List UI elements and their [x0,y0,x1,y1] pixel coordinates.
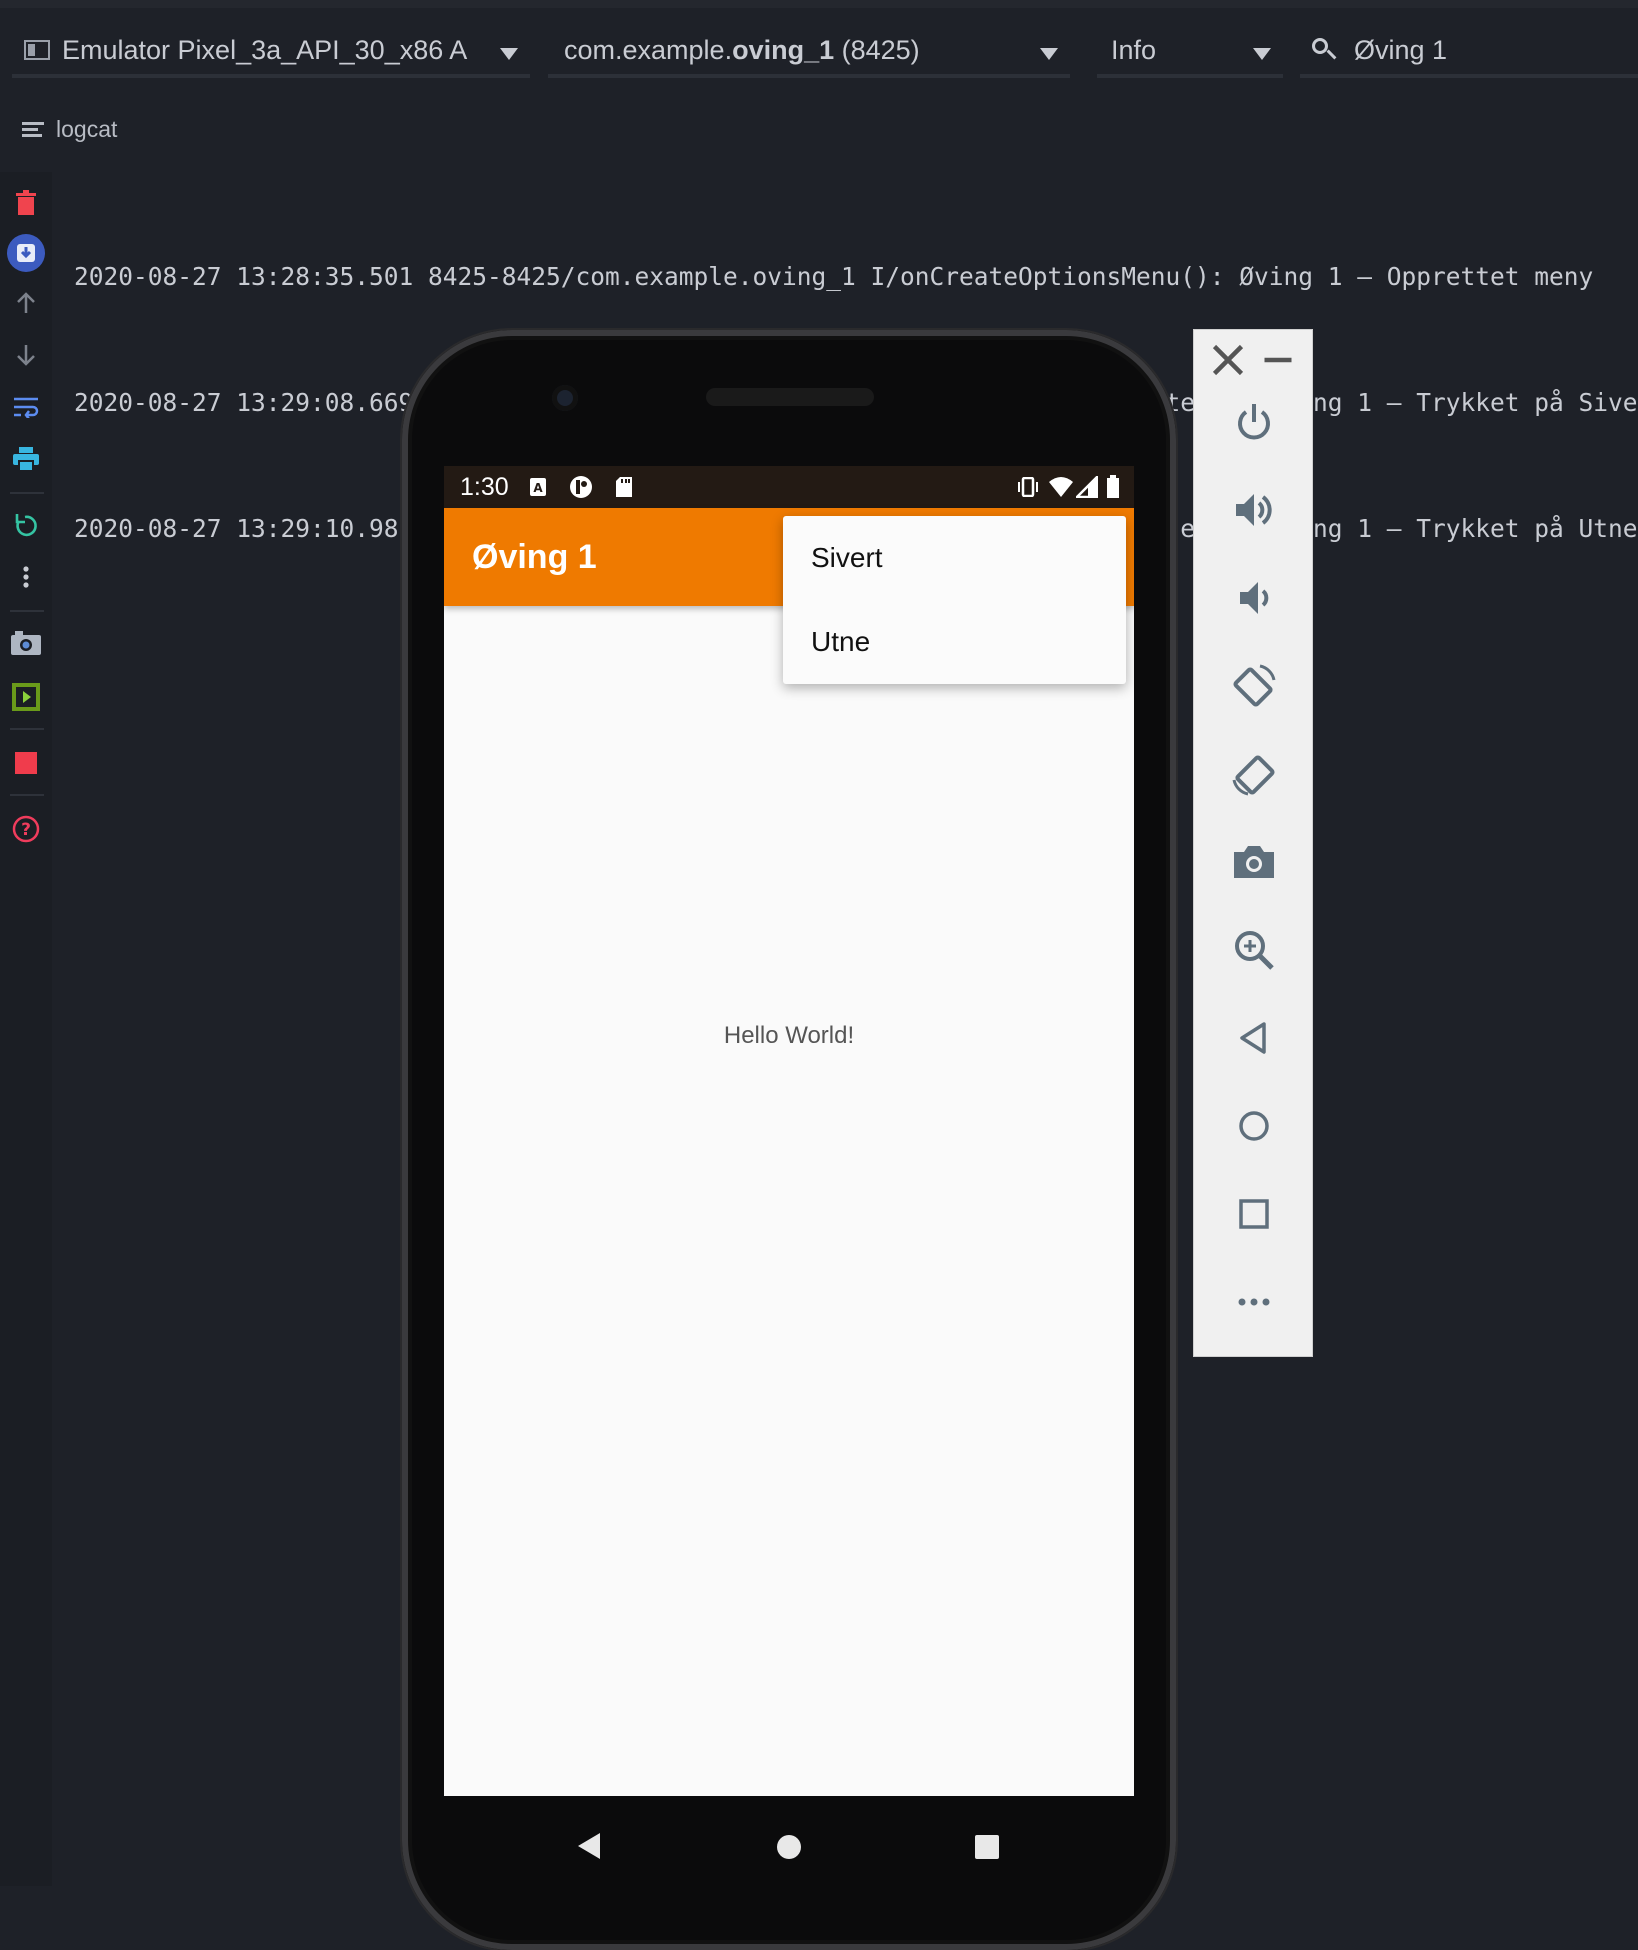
print-icon[interactable] [7,440,45,478]
scroll-end-icon[interactable] [7,234,45,272]
nav-home-icon[interactable] [776,1834,802,1860]
earpiece-speaker [706,388,874,406]
sd-card-icon [615,477,632,497]
signal-icon [1076,476,1098,498]
svg-text:A: A [533,481,543,495]
status-bar: 1:30 A [444,466,1134,508]
overview-icon[interactable] [1226,1186,1282,1242]
notification-app-icon [569,476,592,498]
screenshot-icon[interactable] [7,624,45,662]
logcat-icon [22,121,44,138]
chevron-down-icon [500,48,518,60]
stop-icon[interactable] [7,744,45,782]
device-label: Emulator Pixel_3a_API_30_x86 A [62,34,468,65]
options-menu: Sivert Utne [783,516,1126,684]
nav-back-icon[interactable] [576,1832,602,1860]
status-time: 1:30 [460,472,509,501]
logcat-tab-label: logcat [56,116,118,142]
more-vertical-icon[interactable] [7,558,45,596]
search-query: Øving 1 [1354,34,1448,65]
emulator-icon [24,40,50,60]
process-label-pid: (8425) [834,34,920,65]
log-level-label: Info [1111,34,1157,65]
app-title: Øving 1 [472,538,597,576]
sidebar-divider [10,794,44,796]
emulator-controls-panel [1193,329,1313,1357]
navigation-bar [444,1796,1134,1896]
logcat-sidebar: ? [0,172,52,1886]
process-label-package: oving_1 [732,34,835,65]
device-dropdown[interactable]: Emulator Pixel_3a_API_30_x86 A [12,26,530,78]
camera-icon[interactable] [1226,834,1282,890]
vibrate-icon [1018,477,1038,497]
volume-down-icon[interactable] [1226,570,1282,626]
sidebar-divider [10,728,44,730]
sidebar-divider [10,610,44,612]
hello-text: Hello World! [723,1022,855,1049]
log-line: 2020-08-27 13:28:35.501 8425-8425/com.ex… [74,262,1594,291]
more-horizontal-icon[interactable] [1226,1274,1282,1330]
nav-overview-icon[interactable] [974,1834,1000,1860]
process-label-prefix: com.example. [564,34,733,65]
chevron-down-icon [1040,48,1058,60]
process-dropdown[interactable]: com.example. oving_1 (8425) [548,26,1070,78]
menu-item-utne[interactable]: Utne [811,626,870,658]
notification-a-icon: A [529,478,546,496]
battery-icon [1107,475,1119,498]
rotate-left-icon[interactable] [1226,658,1282,714]
help-icon[interactable]: ? [7,810,45,848]
minimize-icon[interactable] [1260,342,1296,378]
zoom-icon[interactable] [1226,922,1282,978]
screen-record-icon[interactable] [7,678,45,716]
log-level-dropdown[interactable]: Info [1097,26,1283,78]
device-screen[interactable]: 1:30 A Øving 1 Sivert Utne Hello World! [444,466,1134,1796]
search-field[interactable]: Øving 1 [1300,26,1638,78]
close-icon[interactable] [1210,342,1246,378]
arrow-down-icon[interactable] [7,336,45,374]
menu-item-sivert[interactable]: Sivert [811,542,883,574]
restart-icon[interactable] [7,506,45,544]
back-icon[interactable] [1226,1010,1282,1066]
wifi-icon [1049,477,1073,497]
search-icon [1312,38,1336,62]
volume-up-icon[interactable] [1226,482,1282,538]
power-icon[interactable] [1226,394,1282,450]
home-icon[interactable] [1226,1098,1282,1154]
arrow-up-icon[interactable] [7,284,45,322]
emulator-phone-frame: 1:30 A Øving 1 Sivert Utne Hello World! [402,330,1176,1950]
front-camera [552,385,578,411]
logcat-toolbar: Emulator Pixel_3a_API_30_x86 A com.examp… [0,8,1638,78]
sidebar-divider [10,492,44,494]
chevron-down-icon [1253,48,1271,60]
rotate-right-icon[interactable] [1226,746,1282,802]
svg-text:?: ? [21,820,31,840]
soft-wrap-icon[interactable] [7,388,45,426]
logcat-tab[interactable]: logcat [22,116,117,143]
trash-icon[interactable] [7,184,45,222]
